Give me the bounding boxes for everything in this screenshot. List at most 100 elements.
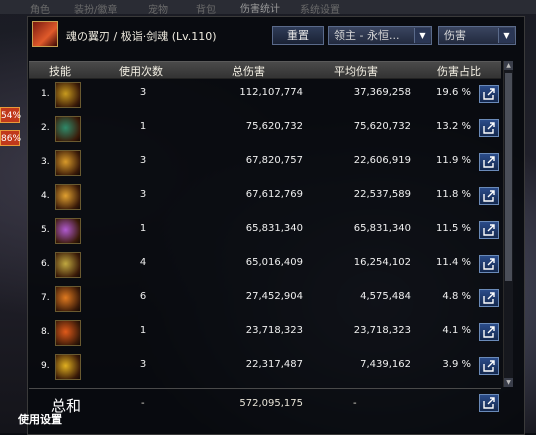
col-skill: 技能 (49, 65, 71, 78)
scroll-up-icon[interactable]: ▲ (504, 61, 513, 70)
export-icon (483, 122, 495, 134)
skill-icon (55, 354, 81, 380)
bg-tab: 装扮/徽章 (74, 5, 118, 16)
damage-stats-panel: 魂の翼刃 / 极诣·剑魂 (Lv.110) 重置 领主 - 永恒... ▼ 伤害… (27, 16, 525, 435)
col-avg: 平均伤害 (334, 65, 378, 78)
col-total: 总伤害 (232, 65, 265, 78)
scroll-thumb[interactable] (505, 73, 512, 281)
skill-icon (55, 320, 81, 346)
row-total-damage: 67,612,769 (245, 189, 303, 200)
row-uses: 3 (139, 359, 147, 370)
row-rank: 3. (41, 157, 50, 167)
skill-icon (55, 218, 81, 244)
export-icon (483, 360, 495, 372)
skill-icon (55, 286, 81, 312)
row-avg-damage: 22,537,589 (353, 189, 411, 200)
panel-header: 魂の翼刃 / 极诣·剑魂 (Lv.110) 重置 领主 - 永恒... ▼ 伤害… (28, 17, 524, 55)
row-avg-damage: 16,254,102 (353, 257, 411, 268)
row-total-damage: 75,620,732 (245, 121, 303, 132)
metric-select-value: 伤害 (444, 29, 466, 42)
total-damage: 572,095,175 (239, 398, 303, 409)
share-button[interactable] (479, 357, 499, 375)
row-rank: 9. (41, 361, 50, 371)
export-icon (483, 326, 495, 338)
export-icon (483, 397, 495, 409)
table-row: 4. 3 67,612,769 22,537,589 11.8 % (29, 181, 501, 212)
row-avg-damage: 4,575,484 (360, 291, 411, 302)
table-row: 7. 6 27,452,904 4,575,484 4.8 % (29, 283, 501, 314)
row-total-damage: 22,317,487 (245, 359, 303, 370)
skill-icon (55, 82, 81, 108)
share-button[interactable] (479, 119, 499, 137)
skill-icon (55, 184, 81, 210)
row-damage-pct: 13.2 % (436, 121, 471, 132)
row-avg-damage: 75,620,732 (353, 121, 411, 132)
row-damage-pct: 19.6 % (436, 87, 471, 98)
share-button[interactable] (479, 289, 499, 307)
row-damage-pct: 11.8 % (436, 189, 471, 200)
share-button[interactable] (479, 85, 499, 103)
footer-tab-settings[interactable]: 使用设置 (18, 411, 62, 427)
total-average: - (353, 398, 357, 409)
reset-button[interactable]: 重置 (272, 26, 324, 45)
row-rank: 4. (41, 191, 50, 201)
export-icon (483, 292, 495, 304)
total-uses: - (141, 398, 145, 409)
row-uses: 1 (139, 121, 147, 132)
share-button[interactable] (479, 187, 499, 205)
table-row: 3. 3 67,820,757 22,606,919 11.9 % (29, 147, 501, 178)
share-button[interactable] (479, 394, 499, 412)
row-avg-damage: 37,369,258 (353, 87, 411, 98)
skill-icon (55, 150, 81, 176)
background-menu-bar: 角色 装扮/徽章 宠物 背包 系统设置 伤害统计 (0, 0, 536, 16)
row-rank: 8. (41, 327, 50, 337)
table-row: 2. 1 75,620,732 75,620,732 13.2 % (29, 113, 501, 144)
metric-select[interactable]: 伤害 ▼ (438, 26, 516, 45)
character-avatar (32, 21, 58, 47)
window-title: 伤害统计 (240, 4, 280, 15)
chevron-down-icon[interactable]: ▼ (498, 28, 514, 43)
share-button[interactable] (479, 255, 499, 273)
table-row: 1. 3 112,107,774 37,369,258 19.6 % (29, 79, 501, 110)
export-icon (483, 224, 495, 236)
scroll-down-icon[interactable]: ▼ (504, 378, 513, 387)
total-row: 总和 - 572,095,175 - (29, 388, 501, 419)
share-button[interactable] (479, 153, 499, 171)
row-damage-pct: 11.4 % (436, 257, 471, 268)
bg-tab: 宠物 (148, 5, 168, 16)
row-total-damage: 67,820,757 (245, 155, 303, 166)
row-total-damage: 65,016,409 (245, 257, 303, 268)
col-uses: 使用次数 (119, 65, 163, 78)
row-uses: 4 (139, 257, 147, 268)
row-damage-pct: 11.9 % (436, 155, 471, 166)
bg-tab: 背包 (196, 5, 216, 16)
bg-tab: 系统设置 (300, 5, 340, 16)
row-uses: 3 (139, 155, 147, 166)
table-row: 5. 1 65,831,340 65,831,340 11.5 % (29, 215, 501, 246)
table-row: 8. 1 23,718,323 23,718,323 4.1 % (29, 317, 501, 348)
target-select[interactable]: 领主 - 永恒... ▼ (328, 26, 432, 45)
export-icon (483, 88, 495, 100)
chevron-down-icon[interactable]: ▼ (414, 28, 430, 43)
export-icon (483, 156, 495, 168)
row-total-damage: 23,718,323 (245, 325, 303, 336)
row-total-damage: 65,831,340 (245, 223, 303, 234)
share-button[interactable] (479, 221, 499, 239)
export-icon (483, 190, 495, 202)
target-select-value: 领主 - 永恒... (334, 29, 400, 42)
row-rank: 2. (41, 123, 50, 133)
scrollbar[interactable]: ▲ ▼ (503, 61, 513, 387)
row-avg-damage: 22,606,919 (353, 155, 411, 166)
row-rank: 6. (41, 259, 50, 269)
row-damage-pct: 11.5 % (436, 223, 471, 234)
row-damage-pct: 4.8 % (442, 291, 471, 302)
export-icon (483, 258, 495, 270)
row-avg-damage: 23,718,323 (353, 325, 411, 336)
row-uses: 1 (139, 325, 147, 336)
row-avg-damage: 65,831,340 (353, 223, 411, 234)
row-damage-pct: 3.9 % (442, 359, 471, 370)
row-avg-damage: 7,439,162 (360, 359, 411, 370)
row-uses: 1 (139, 223, 147, 234)
skill-icon (55, 252, 81, 278)
share-button[interactable] (479, 323, 499, 341)
